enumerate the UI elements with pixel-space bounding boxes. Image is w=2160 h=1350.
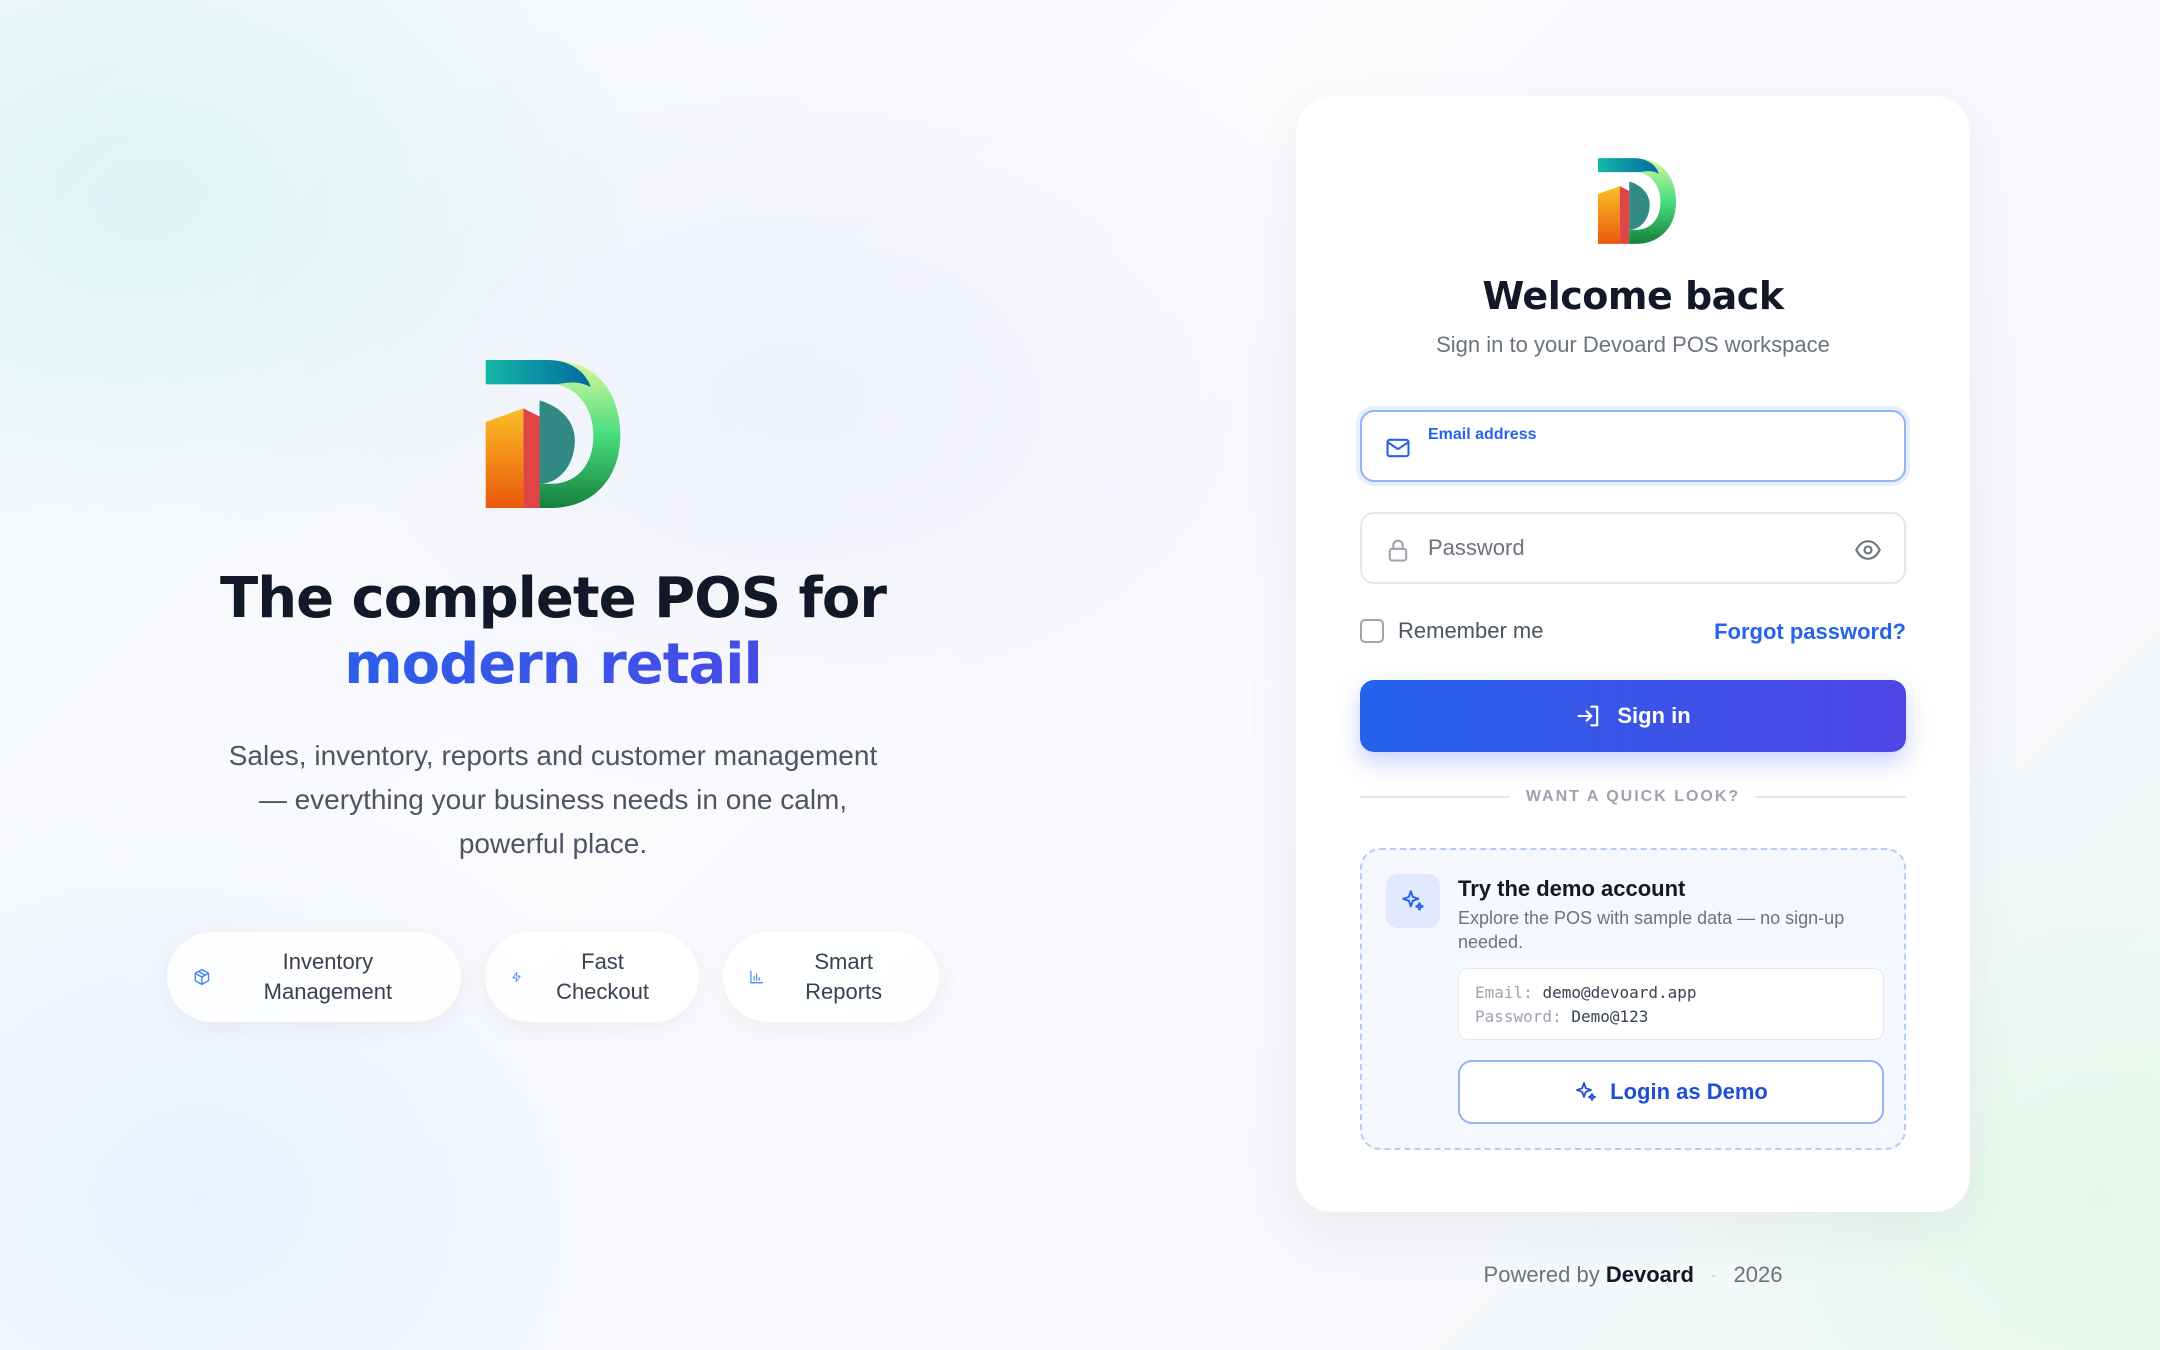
login-as-demo-button[interactable]: Login as Demo [1458, 1060, 1884, 1124]
forgot-password-link[interactable]: Forgot password? [1714, 619, 1906, 645]
brand-logo-icon [485, 360, 621, 508]
bar-chart-icon [750, 970, 764, 984]
footer-year: 2026 [1733, 1262, 1783, 1287]
demo-account-box: Try the demo account Explore the POS wit… [1360, 848, 1906, 1150]
sign-in-icon [1577, 705, 1599, 727]
hero-title: The complete POS for modern retail [220, 566, 887, 698]
bolt-icon [512, 971, 521, 983]
footer: Powered by Devoard · 2026 [1296, 1262, 1970, 1288]
login-as-demo-label: Login as Demo [1610, 1079, 1768, 1104]
remember-checkbox[interactable] [1360, 619, 1384, 643]
password-input[interactable] [1428, 514, 1828, 582]
box-icon [194, 968, 210, 986]
password-field[interactable] [1360, 512, 1906, 584]
remember-me[interactable]: Remember me [1360, 618, 1543, 644]
hero-title-accent: modern retail [220, 632, 886, 698]
demo-credentials: Email: demo@devoard.app Password: Demo@1… [1458, 968, 1884, 1040]
footer-separator: · [1710, 1262, 1718, 1287]
eye-icon[interactable] [1854, 536, 1882, 564]
feature-reports: Smart Reports [723, 932, 939, 1022]
feature-label: Inventory Management [263, 949, 393, 1004]
feature-pills: Inventory Management Fast Checkout Smart… [167, 932, 939, 1022]
quick-look-divider: WANT A QUICK LOOK? [1360, 788, 1907, 806]
footer-brand: Devoard [1605, 1262, 1694, 1287]
demo-email-key: Email: [1475, 983, 1533, 1002]
demo-email-value: demo@devoard.app [1542, 983, 1697, 1002]
demo-title: Try the demo account [1458, 876, 1686, 901]
sparkles-icon [1402, 890, 1424, 911]
login-subtitle: Sign in to your Devoard POS workspace [1436, 332, 1830, 357]
demo-password-row: Password: Demo@123 [1475, 1005, 1867, 1029]
demo-description: Explore the POS with sample data — no si… [1458, 908, 1845, 952]
divider-line [1756, 796, 1907, 798]
brand-logo-icon [1598, 158, 1676, 244]
feature-inventory: Inventory Management [167, 932, 461, 1022]
footer-powered-by: Powered by [1483, 1262, 1600, 1287]
sign-in-button[interactable]: Sign in [1360, 680, 1906, 752]
feature-label: Smart Reports [805, 949, 883, 1004]
email-input[interactable] [1428, 412, 1828, 480]
divider-text: WANT A QUICK LOOK? [1525, 788, 1741, 805]
demo-password-key: Password: [1475, 1007, 1562, 1026]
remember-label: Remember me [1398, 618, 1544, 643]
email-field[interactable]: Email address [1360, 410, 1906, 482]
login-title: Welcome back [1482, 274, 1784, 318]
demo-password-value: Demo@123 [1571, 1007, 1649, 1026]
mail-icon [1386, 438, 1410, 458]
divider-line [1360, 796, 1510, 798]
login-card: Welcome back Sign in to your Devoard POS… [1296, 96, 1970, 1212]
feature-checkout: Fast Checkout [485, 932, 699, 1022]
sign-in-label: Sign in [1617, 703, 1691, 728]
lock-icon [1388, 539, 1408, 562]
feature-label: Fast Checkout [556, 949, 650, 1004]
demo-badge [1386, 874, 1440, 928]
demo-email-row: Email: demo@devoard.app [1475, 981, 1867, 1005]
hero-title-line1: The complete POS for [220, 566, 887, 631]
hero-subtitle: Sales, inventory, reports and customer m… [228, 740, 878, 859]
sparkles-icon [1576, 1082, 1597, 1101]
hero-section: The complete POS for modern retail Sales… [150, 360, 956, 1022]
